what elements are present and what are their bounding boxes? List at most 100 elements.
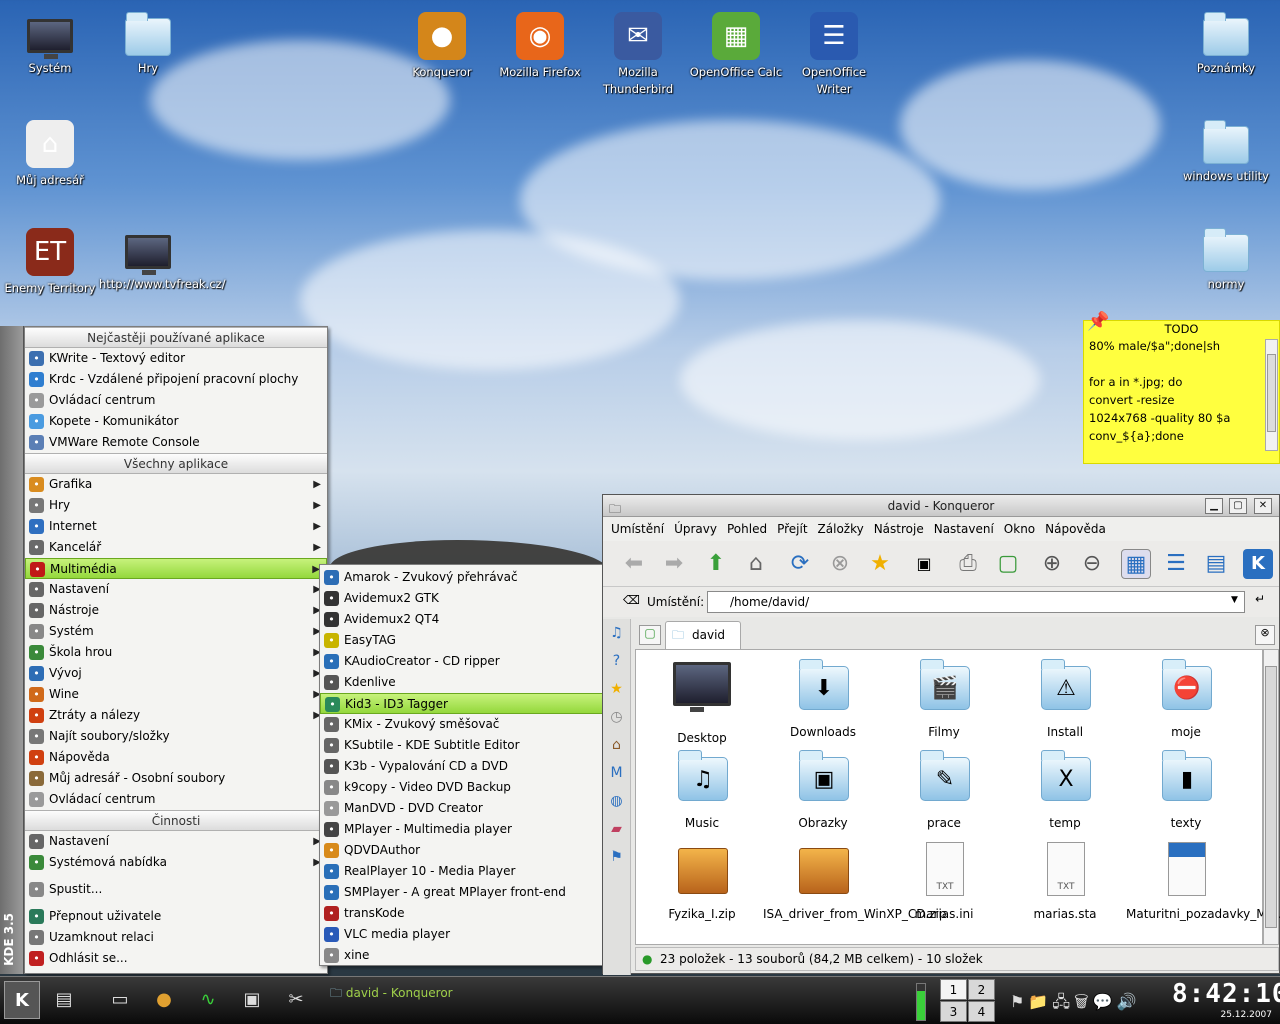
bookmark-icon[interactable]: ★	[865, 549, 895, 579]
network-icon[interactable]: ◍	[603, 787, 630, 815]
pager-desktop-2[interactable]: 2	[968, 979, 995, 1000]
menu-item[interactable]: • QDVDAuthor	[320, 840, 603, 861]
print-icon[interactable]: ⎙	[953, 549, 983, 579]
menu-item[interactable]: • KMix - Zvukový směšovač	[320, 714, 603, 735]
mail-icon[interactable]: M	[603, 759, 630, 787]
menu-item[interactable]: • Grafika ▶	[25, 474, 327, 495]
menu-item[interactable]: • Najít soubory/složky	[25, 726, 327, 747]
menu-item[interactable]: • Nástroje ▶	[25, 600, 327, 621]
title-bar[interactable]: 🗀 david - Konqueror ▁ ▢ ✕	[603, 495, 1279, 517]
tools-icon[interactable]: ✂	[280, 985, 312, 1015]
back-icon[interactable]: ⬅	[619, 549, 649, 579]
kmenu-button-icon[interactable]: K	[4, 981, 40, 1019]
menu-item[interactable]: • Hry ▶	[25, 495, 327, 516]
forward-icon[interactable]: ➡	[659, 549, 689, 579]
close-button[interactable]: ✕	[1254, 498, 1272, 514]
menu-2[interactable]: Pohled	[727, 522, 767, 536]
file-item[interactable]: ▮ texty	[1126, 747, 1246, 832]
new-tab-icon[interactable]: ▢	[639, 625, 661, 645]
tab-david[interactable]: 🗀 david	[665, 621, 741, 649]
terminal-icon[interactable]: ▣	[909, 549, 939, 579]
menu-8[interactable]: Nápověda	[1045, 522, 1106, 536]
menu-item[interactable]: • Spustit...	[25, 879, 327, 900]
menu-item[interactable]: • Krdc - Vzdálené připojení pracovní ploc…	[25, 369, 327, 390]
menu-3[interactable]: Přejít	[777, 522, 807, 536]
menu-item[interactable]: • Uzamknout relaci	[25, 927, 327, 948]
clock[interactable]: 8:42:10 25.12.2007	[1172, 979, 1280, 1023]
menu-item[interactable]: • Systém ▶	[25, 621, 327, 642]
file-item[interactable]: 🎬 Filmy	[884, 656, 1004, 741]
menu-item[interactable]: • Odhlásit se...	[25, 948, 327, 969]
desktop-icon-item[interactable]: normy	[1177, 228, 1275, 293]
desktop-icon-item[interactable]: ● Konqueror	[393, 12, 491, 81]
menu-7[interactable]: Okno	[1004, 522, 1035, 536]
terminal-icon[interactable]: ▣	[236, 985, 268, 1015]
home-icon[interactable]: ⌂	[741, 549, 771, 579]
desktop-icon-item[interactable]: http://www.tvfreak.cz/	[99, 228, 226, 293]
desktop-icon-item[interactable]: ☰ OpenOffice Writer	[785, 12, 883, 98]
menu-item[interactable]: • Wine ▶	[25, 684, 327, 705]
new-folder-icon[interactable]: ▢	[993, 549, 1023, 579]
menu-item[interactable]: • Amarok - Zvukový přehrávač	[320, 567, 603, 588]
sticky-note[interactable]: 📌 TODO 80% male/$a";done|sh for a in *.j…	[1083, 311, 1280, 464]
desktop-icon-item[interactable]: Hry	[99, 12, 197, 77]
menu-0[interactable]: Umístění	[611, 522, 664, 536]
pager-desktop-4[interactable]: 4	[968, 1001, 995, 1022]
menu-item[interactable]: • Můj adresář - Osobní soubory	[25, 768, 327, 789]
home-icon[interactable]: ⌂	[603, 731, 630, 759]
file-item[interactable]: ✎ prace	[884, 747, 1004, 832]
note-scrollbar[interactable]	[1265, 339, 1278, 451]
desktop-icon-item[interactable]: ▦ OpenOffice Calc	[687, 12, 785, 81]
menu-item[interactable]: • Multimédia ▶	[25, 558, 327, 579]
menu-item[interactable]: • Internet ▶	[25, 516, 327, 537]
menu-item[interactable]: • Vývoj ▶	[25, 663, 327, 684]
menu-item[interactable]: • MPlayer - Multimedia player	[320, 819, 603, 840]
desktop-icon-item[interactable]: Systém	[1, 12, 99, 77]
file-item[interactable]: TXT marias.sta	[1005, 838, 1125, 923]
konqueror-icon[interactable]: ●	[148, 985, 180, 1015]
up-icon[interactable]: ⬆	[701, 549, 731, 579]
pager-desktop-1[interactable]: 1	[940, 979, 967, 1000]
menu-item[interactable]: • Kancelář ▶	[25, 537, 327, 558]
file-item[interactable]: ⛔ moje	[1126, 656, 1246, 741]
menu-item[interactable]: • Systémová nabídka ▶	[25, 852, 327, 873]
note-body[interactable]: 80% male/$a";done|sh for a in *.jpg; do …	[1084, 337, 1279, 445]
file-item[interactable]: ⚠ Install	[1005, 656, 1125, 741]
menu-item[interactable]: • k9copy - Video DVD Backup	[320, 777, 603, 798]
menu-item[interactable]: • Kdenlive	[320, 672, 603, 693]
minimize-button[interactable]: ▁	[1205, 498, 1223, 514]
menu-item[interactable]: • Kopete - Komunikátor	[25, 411, 327, 432]
file-item[interactable]: ♫ Music	[642, 747, 762, 832]
menu-item[interactable]: • KWrite - Textový editor	[25, 348, 327, 369]
pager-desktop-3[interactable]: 3	[940, 1001, 967, 1022]
menu-6[interactable]: Nastavení	[934, 522, 994, 536]
menu-item[interactable]: • Kid3 - ID3 Tagger	[320, 693, 603, 714]
go-icon[interactable]: ↵	[1255, 592, 1265, 606]
ksysguard-icon[interactable]: ∿	[192, 985, 224, 1015]
menu-item[interactable]: • Ztráty a nálezy ▶	[25, 705, 327, 726]
menu-item[interactable]: • xine	[320, 945, 603, 966]
location-input[interactable]: /home/david/	[707, 591, 1245, 613]
flag-icon[interactable]: ⚑	[603, 843, 630, 871]
desktop-icon-item[interactable]: ◉ Mozilla Firefox	[491, 12, 589, 81]
desktop-icon-item[interactable]: ✉ Mozilla Thunderbird	[589, 12, 687, 98]
file-item[interactable]: TXT marias.ini	[884, 838, 1004, 923]
close-tab-icon[interactable]: ⊗	[1255, 625, 1275, 645]
menu-item[interactable]: • Nastavení ▶	[25, 579, 327, 600]
chevron-down-icon[interactable]: ▼	[1231, 595, 1238, 605]
music-icon[interactable]: ♫	[603, 619, 630, 647]
history-icon[interactable]: ◷	[603, 703, 630, 731]
menu-item[interactable]: • Škola hrou ▶	[25, 642, 327, 663]
help-icon[interactable]: ?	[603, 647, 630, 675]
preview-icon[interactable]: ▤	[1201, 549, 1231, 579]
menu-item[interactable]: • Ovládací centrum	[25, 390, 327, 411]
system-tray-icons[interactable]: ⚑📁🖧🗑💬🔊	[1010, 991, 1140, 1018]
zoom-out-icon[interactable]: ⊖	[1077, 549, 1107, 579]
file-item[interactable]: Maturitni_pozadavky_MS...	[1126, 838, 1280, 923]
file-item[interactable]: Desktop	[642, 656, 762, 747]
menu-1[interactable]: Úpravy	[674, 522, 717, 536]
menu-item[interactable]: • transKode	[320, 903, 603, 924]
task-konqueror[interactable]: 🗀 david - Konqueror	[330, 983, 453, 1003]
detail-view-icon[interactable]: ☰	[1161, 549, 1191, 579]
file-item[interactable]: Fyzika_I.zip	[642, 838, 762, 923]
